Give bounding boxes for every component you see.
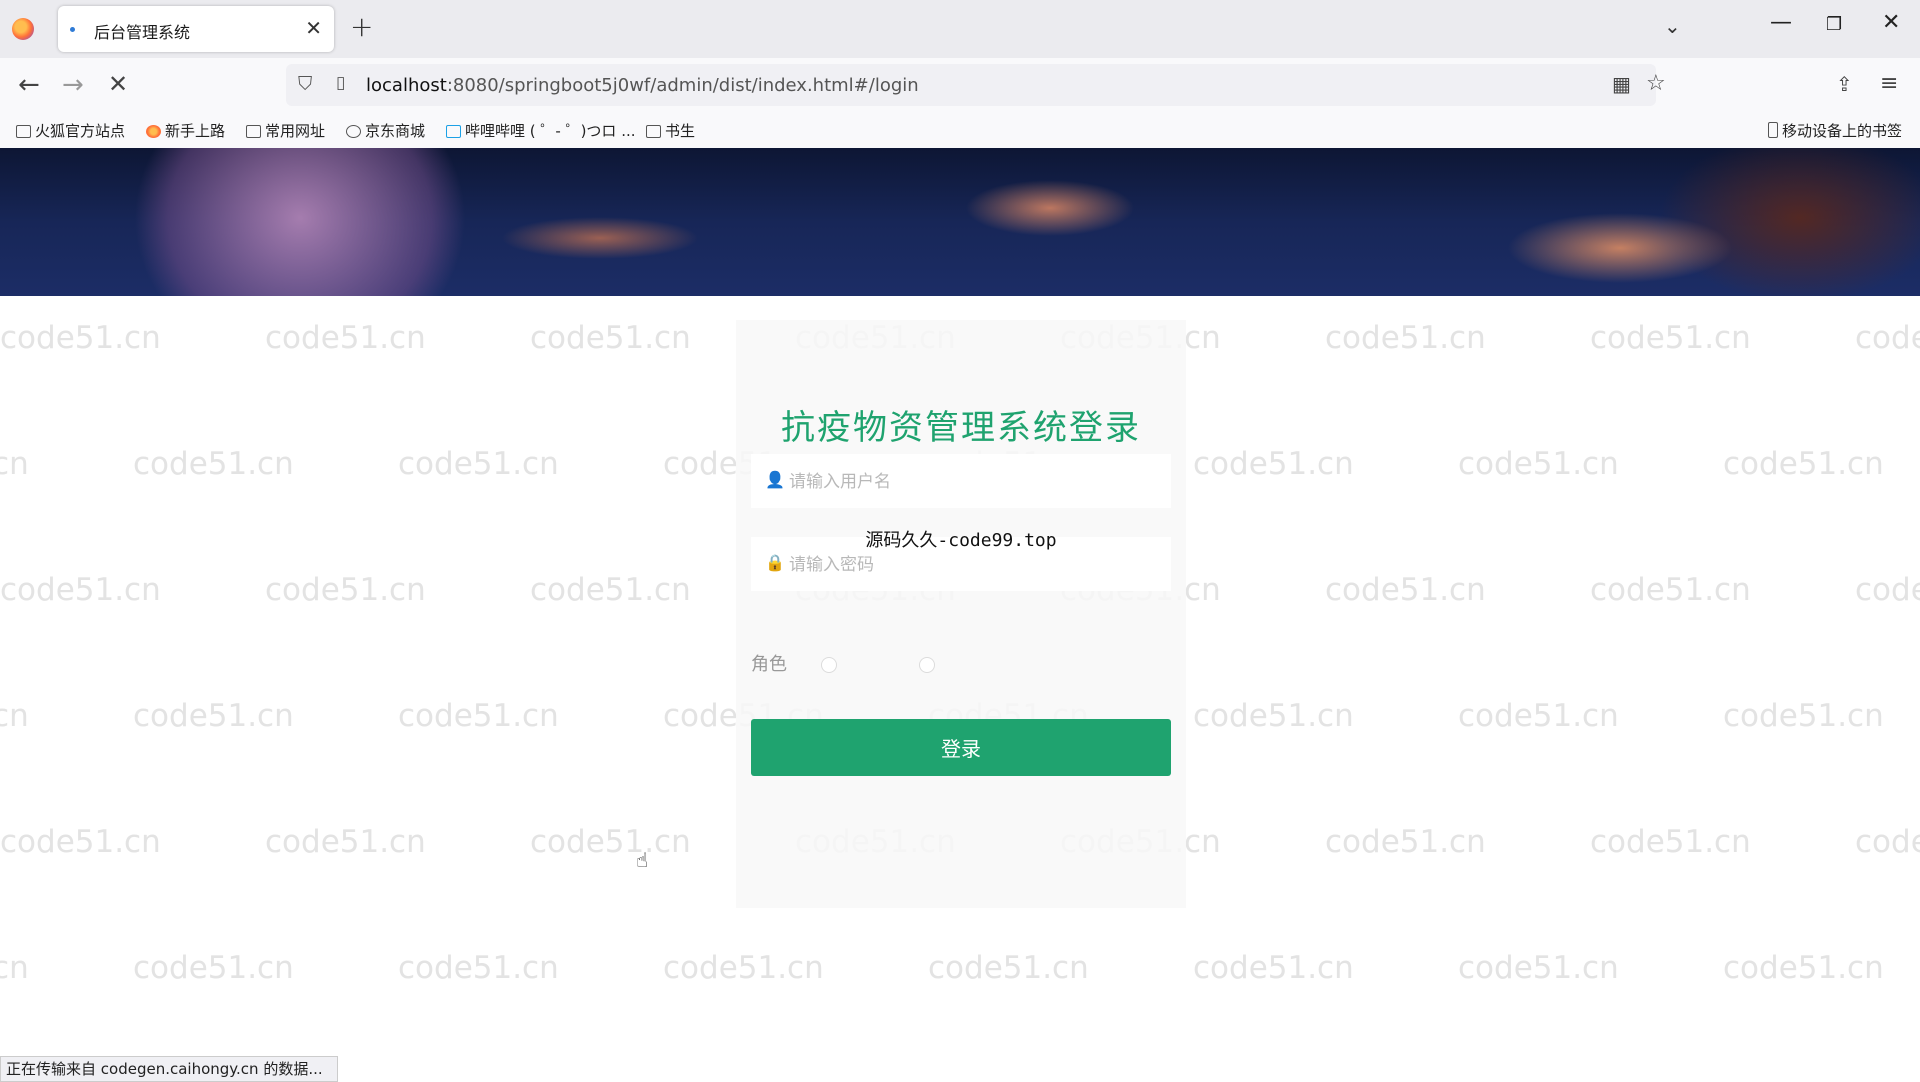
watermark-text: code51.cn [1723,446,1884,482]
username-input[interactable] [787,454,1161,510]
watermark-text: code51.cn [1590,320,1751,356]
restore-icon[interactable]: ❐ [1826,14,1842,35]
bookmark-item[interactable]: 哔哩哔哩 ( ゜- ゜)つロ ... [446,120,636,141]
watermark-text: code51.cn [1723,950,1884,986]
bookmark-item[interactable]: 书生 [646,120,695,141]
watermark-text: code51.cn [0,572,161,608]
watermark-text: code51.cn [1458,950,1619,986]
watermark-text: code51.cn [1855,572,1920,608]
bookmark-item[interactable]: 常用网址 [246,120,325,141]
watermark-text: code51.cn [0,446,29,482]
firefox-icon [146,125,161,138]
watermark-text: code51.cn [133,446,294,482]
url-text[interactable]: localhost:8080/springboot5j0wf/admin/dis… [366,75,919,96]
forward-arrow-icon[interactable]: → [62,70,84,100]
mobile-bookmarks[interactable]: 移动设备上的书签 [1768,120,1902,141]
watermark-text: code51.cn [1193,446,1354,482]
url-path: :8080/springboot5j0wf/admin/dist/index.h… [446,75,919,96]
login-panel: 抗疫物资管理系统登录 👤 🔒 源码久久-code99.top 角色 登录 [736,320,1186,908]
watermark-text: code51.cn [1590,572,1751,608]
loading-dot-icon [70,27,75,32]
watermark-text: code51.cn [530,572,691,608]
bilibili-icon [446,125,461,138]
extensions-icon[interactable]: ⇪ [1836,72,1853,96]
watermark-text: code51.cn [1458,698,1619,734]
overlay-watermark-text: 源码久久-code99.top [865,530,1057,551]
watermark-text: code51.cn [133,950,294,986]
tab-close-icon[interactable]: ✕ [305,16,322,40]
folder-icon [16,125,31,138]
username-field[interactable]: 👤 [751,454,1171,510]
role-radio[interactable] [919,657,935,673]
active-tab[interactable]: 后台管理系统 ✕ [58,6,334,52]
login-button[interactable]: 登录 [751,719,1171,776]
watermark-text: code51.cn [1193,950,1354,986]
stop-loading-icon[interactable]: ✕ [108,70,128,98]
page-info-icon[interactable]: ▯ [336,73,345,93]
page-content: code51.cn code51.cn code51.cn code51.cn code… [0,148,1920,1068]
tab-title: 后台管理系统 [94,23,191,42]
navigation-bar: ← → ✕ ⛉ ▯ localhost:8080/springboot5j0wf… [0,58,1920,112]
firefox-icon[interactable] [12,18,34,40]
watermark-text: code51.cn [265,572,426,608]
watermark-text: code51.cn [0,698,29,734]
login-title: 抗疫物资管理系统登录 [781,408,1141,448]
role-label: 角色 [751,654,787,675]
folder-icon [646,125,661,138]
watermark-text: code51.cn [265,320,426,356]
watermark-text: code51.cn [1325,572,1486,608]
watermark-text: code51.cn [1723,698,1884,734]
url-host: localhost [366,75,447,96]
watermark-text: code51.cn [928,950,1089,986]
lock-icon: 🔒 [765,553,785,572]
watermark-text: code51.cn [398,698,559,734]
watermark-text: code51.cn [1855,320,1920,356]
folder-icon [246,125,261,138]
banner-image [0,148,1920,296]
minimize-icon[interactable]: — [1770,10,1792,35]
watermark-text: code51.cn [1325,824,1486,860]
status-bar: 正在传输来自 codegen.caihongy.cn 的数据... [0,1056,338,1082]
watermark-text: code51.cn [1458,446,1619,482]
phone-icon [1768,122,1778,138]
watermark-text: code51.cn [133,698,294,734]
bookmark-item[interactable]: 火狐官方站点 [16,120,125,141]
bookmark-item[interactable]: 新手上路 [146,120,225,141]
user-icon: 👤 [765,470,785,489]
watermark-text: code51.cn [0,950,29,986]
watermark-text: code51.cn [530,320,691,356]
watermark-text: code51.cn [398,446,559,482]
role-radio[interactable] [821,657,837,673]
watermark-text: code51.cn [663,950,824,986]
globe-icon [346,125,361,138]
window-close-icon[interactable]: ✕ [1882,10,1900,35]
shield-icon[interactable]: ⛉ [298,73,312,95]
watermark-text: code51.cn [398,950,559,986]
bookmarks-bar: 火狐官方站点 新手上路 常用网址 京东商城 哔哩哔哩 ( ゜- ゜)つロ ...… [0,112,1920,149]
back-arrow-icon[interactable]: ← [18,70,40,100]
hand-cursor-icon: ☝ [636,848,649,872]
watermark-text: code51.cn [0,824,161,860]
tab-bar: 后台管理系统 ✕ + ⌄ — ❐ ✕ [0,0,1920,58]
qr-code-icon[interactable]: ▦ [1612,72,1631,96]
bookmark-star-icon[interactable]: ☆ [1646,71,1666,96]
watermark-text: code51.cn [0,320,161,356]
watermark-text: code51.cn [1855,824,1920,860]
menu-icon[interactable]: ≡ [1880,71,1898,96]
watermark-text: code51.cn [1193,698,1354,734]
watermark-text: code51.cn [1590,824,1751,860]
watermark-text: code51.cn [530,824,691,860]
watermark-text: code51.cn [265,824,426,860]
new-tab-icon[interactable]: + [350,10,373,43]
watermark-text: code51.cn [1325,320,1486,356]
bookmark-item[interactable]: 京东商城 [346,120,425,141]
chevron-down-icon[interactable]: ⌄ [1664,14,1681,38]
